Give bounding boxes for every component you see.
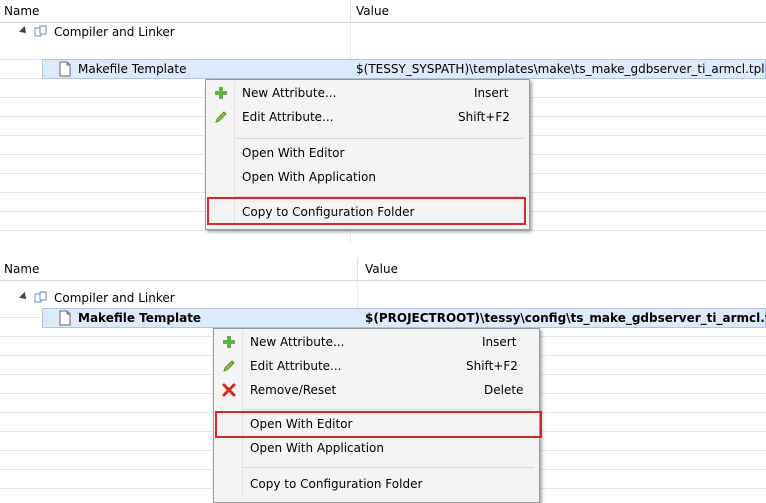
tree-item-label: Makefile Template bbox=[78, 311, 202, 325]
file-icon bbox=[59, 310, 71, 326]
menu-item-open-with-editor[interactable]: Open With Editor bbox=[206, 142, 527, 164]
menu-item-shortcut: Shift+F2 bbox=[458, 110, 510, 124]
folder-tree-icon bbox=[34, 291, 47, 303]
tree-group-row[interactable]: Compiler and Linker bbox=[0, 23, 766, 41]
menu-separator bbox=[236, 138, 524, 139]
bottom-properties-panel: Name Value Compiler and Linker Makefile … bbox=[0, 258, 766, 503]
menu-item-label: Open With Editor bbox=[242, 146, 345, 160]
menu-separator bbox=[244, 467, 534, 468]
menu-item-label: Open With Application bbox=[250, 441, 384, 455]
menu-item-label: Remove/Reset bbox=[250, 383, 337, 397]
folder-tree-icon bbox=[34, 25, 47, 37]
column-separator[interactable] bbox=[357, 258, 358, 280]
menu-item-label: Copy to Configuration Folder bbox=[250, 477, 423, 491]
menu-item-remove-reset[interactable]: Remove/Reset Delete bbox=[214, 379, 537, 401]
menu-item-label: Open With Application bbox=[242, 170, 376, 184]
menu-item-new-attribute[interactable]: New Attribute... Insert bbox=[214, 331, 537, 353]
menu-item-label: Edit Attribute... bbox=[242, 110, 334, 124]
red-highlight-box bbox=[215, 411, 542, 438]
value-column-header[interactable]: Value bbox=[365, 262, 398, 276]
menu-item-label: New Attribute... bbox=[250, 335, 345, 349]
expand-arrow-icon[interactable] bbox=[19, 26, 29, 36]
top-properties-panel: Name Value Compiler and Linker Makefile … bbox=[0, 0, 766, 243]
tree-item-label: Makefile Template bbox=[78, 62, 187, 76]
tree-group-label: Compiler and Linker bbox=[54, 291, 175, 305]
menu-item-shortcut: Shift+F2 bbox=[466, 359, 518, 373]
menu-item-open-with-application[interactable]: Open With Application bbox=[206, 166, 527, 188]
pencil-icon bbox=[223, 360, 235, 372]
menu-item-copy-to-configuration-folder[interactable]: Copy to Configuration Folder bbox=[214, 473, 537, 495]
tree-item-row[interactable]: Makefile Template $(TESSY_SYSPATH)\templ… bbox=[0, 60, 766, 78]
column-separator[interactable] bbox=[350, 0, 351, 22]
tree-group-label: Compiler and Linker bbox=[54, 25, 175, 39]
tree-item-value: $(PROJECTROOT)\tessy\config\ts_make_gdbs… bbox=[365, 311, 766, 325]
menu-item-label: Edit Attribute... bbox=[250, 359, 342, 373]
value-column-header[interactable]: Value bbox=[356, 4, 389, 18]
name-column-header[interactable]: Name bbox=[4, 262, 39, 276]
plus-icon bbox=[215, 87, 227, 99]
name-column-header[interactable]: Name bbox=[4, 4, 39, 18]
menu-item-edit-attribute[interactable]: Edit Attribute... Shift+F2 bbox=[214, 355, 537, 377]
table-header: Name Value bbox=[0, 0, 766, 23]
tree-item-row[interactable]: Makefile Template $(PROJECTROOT)\tessy\c… bbox=[0, 309, 766, 327]
tree-item-value: $(TESSY_SYSPATH)\templates\make\ts_make_… bbox=[356, 62, 765, 76]
red-x-icon bbox=[222, 383, 236, 397]
table-header: Name Value bbox=[0, 258, 766, 281]
menu-item-open-with-application[interactable]: Open With Application bbox=[214, 437, 537, 459]
tree-group-row[interactable]: Compiler and Linker bbox=[0, 289, 766, 307]
menu-item-edit-attribute[interactable]: Edit Attribute... Shift+F2 bbox=[206, 106, 527, 128]
menu-item-shortcut: Insert bbox=[474, 86, 509, 100]
menu-item-label: New Attribute... bbox=[242, 86, 337, 100]
plus-icon bbox=[223, 336, 235, 348]
pencil-icon bbox=[215, 111, 227, 123]
file-icon bbox=[59, 61, 71, 77]
menu-item-new-attribute[interactable]: New Attribute... Insert bbox=[206, 82, 527, 104]
table-row bbox=[0, 41, 766, 60]
expand-arrow-icon[interactable] bbox=[19, 292, 29, 302]
menu-item-shortcut: Insert bbox=[482, 335, 517, 349]
menu-separator bbox=[244, 409, 534, 410]
red-highlight-box bbox=[207, 197, 526, 225]
menu-item-shortcut: Delete bbox=[484, 383, 524, 397]
